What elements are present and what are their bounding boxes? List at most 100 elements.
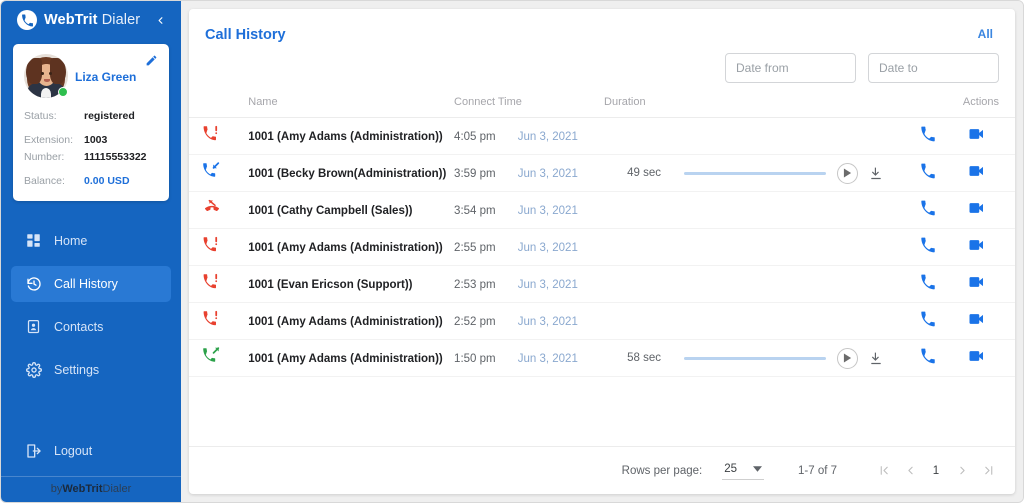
sidebar-item-logout-label: Logout — [54, 443, 93, 458]
play-icon[interactable] — [837, 347, 859, 369]
chevron-left-icon[interactable] — [150, 10, 171, 31]
call-time-cell: 1:50 pm — [454, 339, 518, 377]
video-call-action-cell — [967, 339, 1015, 377]
sidebar-item-home[interactable]: Home — [11, 223, 171, 259]
call-name: 1001 (Amy Adams (Administration)) — [248, 242, 443, 254]
video-camera-icon[interactable] — [968, 347, 986, 365]
profile-field-balance: Balance: 0.00 USD — [24, 173, 158, 190]
call-recording-cell — [684, 339, 921, 377]
call-recording-cell — [684, 117, 921, 155]
phone-call-icon[interactable] — [920, 163, 936, 179]
table-row[interactable]: 1001 (Amy Adams (Administration)) 2:55 pm… — [189, 228, 1015, 266]
profile-fields: Status: registered Extension: 1003 Numbe… — [24, 108, 158, 190]
sidebar-item-contacts-label: Contacts — [54, 319, 104, 334]
phone-call-icon[interactable] — [920, 311, 936, 327]
main-content: Call History All Name Connect Time Durat… — [181, 1, 1023, 502]
table-row[interactable]: 1001 (Cathy Campbell (Sales)) 3:54 pm Jun … — [189, 191, 1015, 229]
profile-field-number: Number: 11115553322 — [24, 149, 158, 166]
contact-card-icon — [25, 318, 42, 335]
video-call-action-cell — [967, 154, 1015, 192]
table-row[interactable]: 1001 (Amy Adams (Administration)) 2:52 pm… — [189, 302, 1015, 340]
profile-field-balance-value: 0.00 USD — [84, 174, 130, 187]
call-name-cell: 1001 (Cathy Campbell (Sales)) — [236, 191, 455, 229]
profile-field-status-label: Status: — [24, 109, 57, 122]
phone-circle-logo-icon — [17, 10, 37, 31]
call-name: 1001 (Evan Ericson (Support)) — [248, 279, 413, 291]
pencil-edit-icon[interactable] — [145, 54, 158, 67]
call-time: 2:52 pm — [454, 316, 496, 328]
phone-call-icon[interactable] — [920, 200, 936, 216]
audio-call-action-cell — [920, 265, 968, 303]
play-icon[interactable] — [837, 162, 859, 184]
video-call-action-cell — [967, 302, 1015, 340]
avatar — [24, 53, 68, 98]
video-camera-icon[interactable] — [968, 125, 986, 143]
call-name: 1001 (Amy Adams (Administration)) — [248, 353, 443, 365]
video-camera-icon[interactable] — [968, 236, 986, 254]
call-time-cell: 3:54 pm — [454, 191, 518, 229]
sidebar-item-settings-label: Settings — [54, 362, 100, 377]
profile-field-balance-label: Balance: — [24, 174, 65, 187]
current-page-number[interactable]: 1 — [923, 458, 949, 484]
call-date-cell: Jun 3, 2021 — [517, 228, 605, 266]
call-recording-cell — [684, 265, 921, 303]
call-time-cell: 3:59 pm — [454, 154, 518, 192]
call-duration-cell — [604, 302, 685, 340]
download-icon[interactable] — [869, 166, 883, 181]
sidebar-item-logout[interactable]: Logout — [11, 433, 171, 469]
phone-call-icon[interactable] — [920, 348, 936, 364]
call-type-cell — [189, 228, 237, 266]
call-recording-cell — [684, 302, 921, 340]
video-camera-icon[interactable] — [968, 199, 986, 217]
audio-call-action-cell — [920, 302, 968, 340]
next-page-icon[interactable] — [949, 458, 975, 484]
call-type-missed-icon — [203, 125, 220, 146]
video-camera-icon[interactable] — [968, 162, 986, 180]
rows-per-page-select[interactable]: 25 — [722, 461, 764, 480]
table-row[interactable]: 1001 (Becky Brown(Administration)) 3:59 p… — [189, 154, 1015, 192]
table-row[interactable]: 1001 (Amy Adams (Administration)) 4:05 pm… — [189, 117, 1015, 155]
table-row[interactable]: 1001 (Evan Ericson (Support)) 2:53 pm Jun … — [189, 265, 1015, 303]
video-camera-icon[interactable] — [968, 310, 986, 328]
call-duration: 58 sec — [627, 352, 662, 364]
audio-call-action-cell — [920, 191, 968, 229]
table-row[interactable]: 1001 (Amy Adams (Administration)) 1:50 pm… — [189, 339, 1015, 377]
video-call-action-cell — [967, 265, 1015, 303]
prev-page-icon[interactable] — [897, 458, 923, 484]
sidebar-item-call-history-label: Call History — [54, 276, 118, 291]
date-to-input[interactable] — [868, 53, 999, 83]
sidebar-item-contacts[interactable]: Contacts — [11, 309, 171, 345]
call-time-cell: 2:55 pm — [454, 228, 518, 266]
date-from-input[interactable] — [725, 53, 856, 83]
last-page-icon[interactable] — [975, 458, 1001, 484]
rows-per-page-value: 25 — [724, 463, 737, 475]
download-icon[interactable] — [869, 351, 883, 366]
call-history-table: Name Connect Time Duration Actions 1001 … — [189, 96, 1015, 377]
call-name-cell: 1001 (Amy Adams (Administration)) — [236, 339, 455, 377]
phone-call-icon[interactable] — [920, 274, 936, 290]
recording-progress-track[interactable] — [684, 171, 827, 175]
table-body: 1001 (Amy Adams (Administration)) 4:05 pm… — [189, 117, 1015, 377]
first-page-icon[interactable] — [871, 458, 897, 484]
call-time: 2:55 pm — [454, 242, 496, 254]
call-name: 1001 (Becky Brown(Administration)) — [248, 168, 447, 180]
sidebar-item-call-history[interactable]: Call History — [11, 265, 171, 302]
call-recording-cell — [684, 154, 921, 192]
recording-progress-track[interactable] — [684, 356, 827, 360]
profile-field-number-label: Number: — [24, 150, 65, 163]
call-name-cell: 1001 (Evan Ericson (Support)) — [236, 265, 455, 303]
phone-call-icon[interactable] — [920, 237, 936, 253]
phone-call-icon[interactable] — [920, 126, 936, 142]
audio-call-action-cell — [920, 339, 968, 377]
panel-header: Call History All — [189, 9, 1015, 43]
profile-field-extension-value: 1003 — [84, 133, 108, 146]
table-header-row: Name Connect Time Duration Actions — [189, 96, 1015, 118]
video-call-action-cell — [967, 191, 1015, 229]
call-duration: 49 sec — [627, 167, 662, 179]
col-actions: Actions — [920, 96, 1015, 118]
sidebar-item-settings[interactable]: Settings — [11, 352, 171, 388]
video-camera-icon[interactable] — [968, 273, 986, 291]
all-filter-link[interactable]: All — [978, 27, 993, 41]
sidebar: WebTrit Dialer Liza Green Status: regist… — [1, 1, 181, 502]
call-type-incoming-icon — [203, 162, 220, 183]
